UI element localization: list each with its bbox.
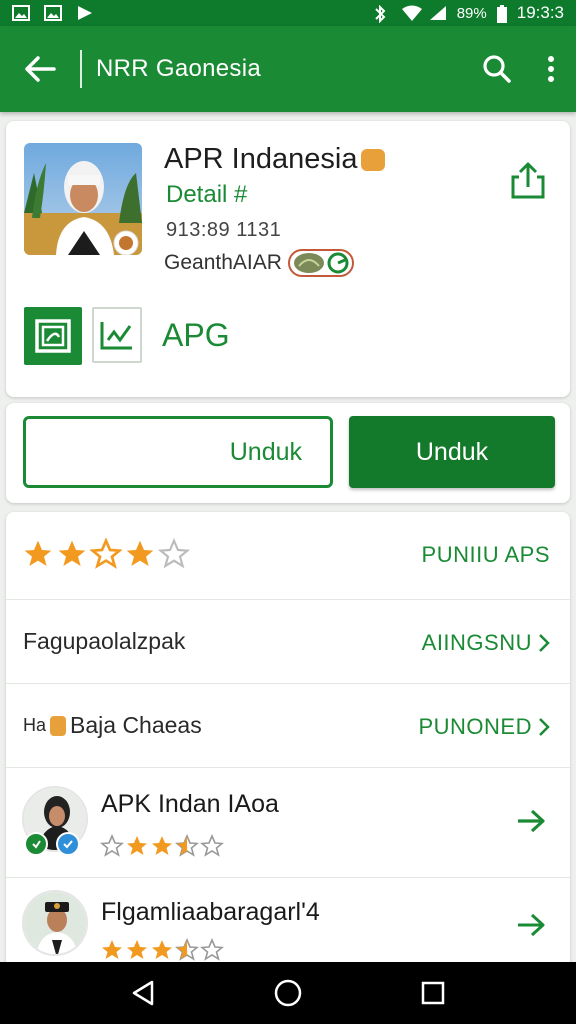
share-button[interactable]: [506, 159, 550, 203]
image-icon: [44, 5, 62, 21]
app-thumbnail[interactable]: [24, 143, 142, 255]
overflow-menu-button[interactable]: [526, 26, 576, 112]
star-full-icon: [152, 940, 172, 959]
app-list-item[interactable]: APK Indan IAoa: [6, 768, 570, 878]
rating-row-label: PUNIIU APS: [421, 542, 550, 567]
verified-badge-icon: [56, 832, 80, 856]
image-icon: [12, 5, 30, 21]
app-bar: NRR Gaonesia: [0, 26, 576, 112]
emoji-icon: [50, 715, 67, 736]
nav-recents-button[interactable]: [413, 973, 453, 1013]
star-outline-icon: [100, 834, 124, 857]
app-detail-link[interactable]: Detail #: [166, 181, 247, 209]
list-row[interactable]: Fagupaolalzpak AIINGSNU: [6, 600, 570, 684]
title-divider: [80, 50, 82, 88]
share-icon: [511, 162, 545, 199]
search-button[interactable]: [468, 26, 526, 112]
nav-back-button[interactable]: [123, 973, 163, 1013]
emoji-icon: [361, 149, 386, 172]
arrow-back-icon: [25, 56, 56, 82]
download-outline-button[interactable]: Unduk: [23, 416, 333, 488]
clock: 19:3:3: [516, 3, 564, 22]
list-row-action[interactable]: AIINGSNU: [422, 630, 550, 656]
star-half-icon: [175, 938, 199, 961]
more-vert-icon: [548, 56, 554, 82]
list-row-title: Ha Baja Chaeas: [23, 712, 202, 738]
app-list-item[interactable]: Flgamliaabaragarl'4: [6, 878, 570, 972]
info-list-card: PUNIIU APS Fagupaolalzpak AIINGSNU Ha Ba…: [6, 512, 570, 972]
arrow-forward-icon: [518, 913, 545, 937]
list-row-action[interactable]: PUNONED: [418, 714, 550, 740]
app-item-rating: [100, 938, 224, 962]
wifi-icon: [401, 5, 422, 21]
list-row-title: Fagupaolalzpak: [23, 628, 186, 654]
rating-row[interactable]: PUNIIU APS: [6, 512, 570, 600]
recents-square-icon: [422, 981, 445, 1005]
back-triangle-icon: [132, 980, 153, 1006]
star-full-icon: [102, 940, 122, 959]
app-meta: 913:89 1131: [166, 219, 282, 241]
app-badge-green[interactable]: [24, 307, 82, 365]
star-half-icon: [175, 834, 199, 857]
star-full-icon: [127, 836, 147, 855]
developer-badge: [287, 249, 354, 277]
app-bar-title: NRR Gaonesia: [96, 55, 262, 82]
app-item-title: Flgamliaabaragarl'4: [101, 898, 320, 926]
app-developer[interactable]: GeanthAIAR: [164, 249, 354, 277]
chevron-right-icon: [539, 718, 550, 736]
star-full-icon: [152, 836, 172, 855]
status-bar: 89% 19:3:3: [0, 0, 576, 26]
actions-card: Unduk Unduk: [6, 403, 570, 503]
app-badge-white[interactable]: [92, 307, 142, 363]
app-item-rating: [100, 834, 224, 858]
star-full-icon: [24, 540, 52, 566]
rating-stars: [22, 538, 190, 570]
battery-icon: [496, 5, 507, 23]
bluetooth-icon: [373, 4, 391, 24]
play-store-icon: [76, 5, 94, 21]
star-outline-icon: [90, 538, 122, 569]
play-badge-icon: [24, 832, 48, 856]
signal-icon: [429, 5, 447, 21]
star-outline-icon: [158, 538, 190, 569]
star-full-icon: [126, 540, 154, 566]
search-icon: [483, 55, 511, 83]
app-header-card: APR Indanesia Detail # 913:89 1131 Geant…: [6, 121, 570, 397]
system-nav-bar: [0, 962, 576, 1024]
star-outline-icon: [200, 834, 224, 857]
arrow-forward-icon: [518, 809, 545, 833]
open-app-button[interactable]: [514, 908, 548, 942]
list-row[interactable]: Ha Baja Chaeas PUNONED: [6, 684, 570, 768]
avatar: [22, 890, 88, 956]
home-circle-icon: [274, 979, 302, 1007]
gallery-icon: [35, 319, 71, 353]
download-button[interactable]: Unduk: [349, 416, 555, 488]
star-full-icon: [127, 940, 147, 959]
leaf-icon: [293, 253, 324, 273]
star-full-icon: [58, 540, 86, 566]
app-tag-label: APG: [162, 317, 230, 353]
open-app-button[interactable]: [514, 804, 548, 838]
battery-percent: 89%: [456, 4, 487, 22]
back-button[interactable]: [0, 26, 80, 112]
chart-check-icon: [100, 322, 132, 350]
star-outline-icon: [200, 938, 224, 961]
nav-home-button[interactable]: [268, 973, 308, 1013]
check-circle-icon: [327, 252, 349, 274]
app-name: APR Indanesia: [164, 143, 386, 176]
app-item-title: APK Indan IAoa: [101, 790, 279, 818]
chevron-right-icon: [539, 634, 550, 652]
